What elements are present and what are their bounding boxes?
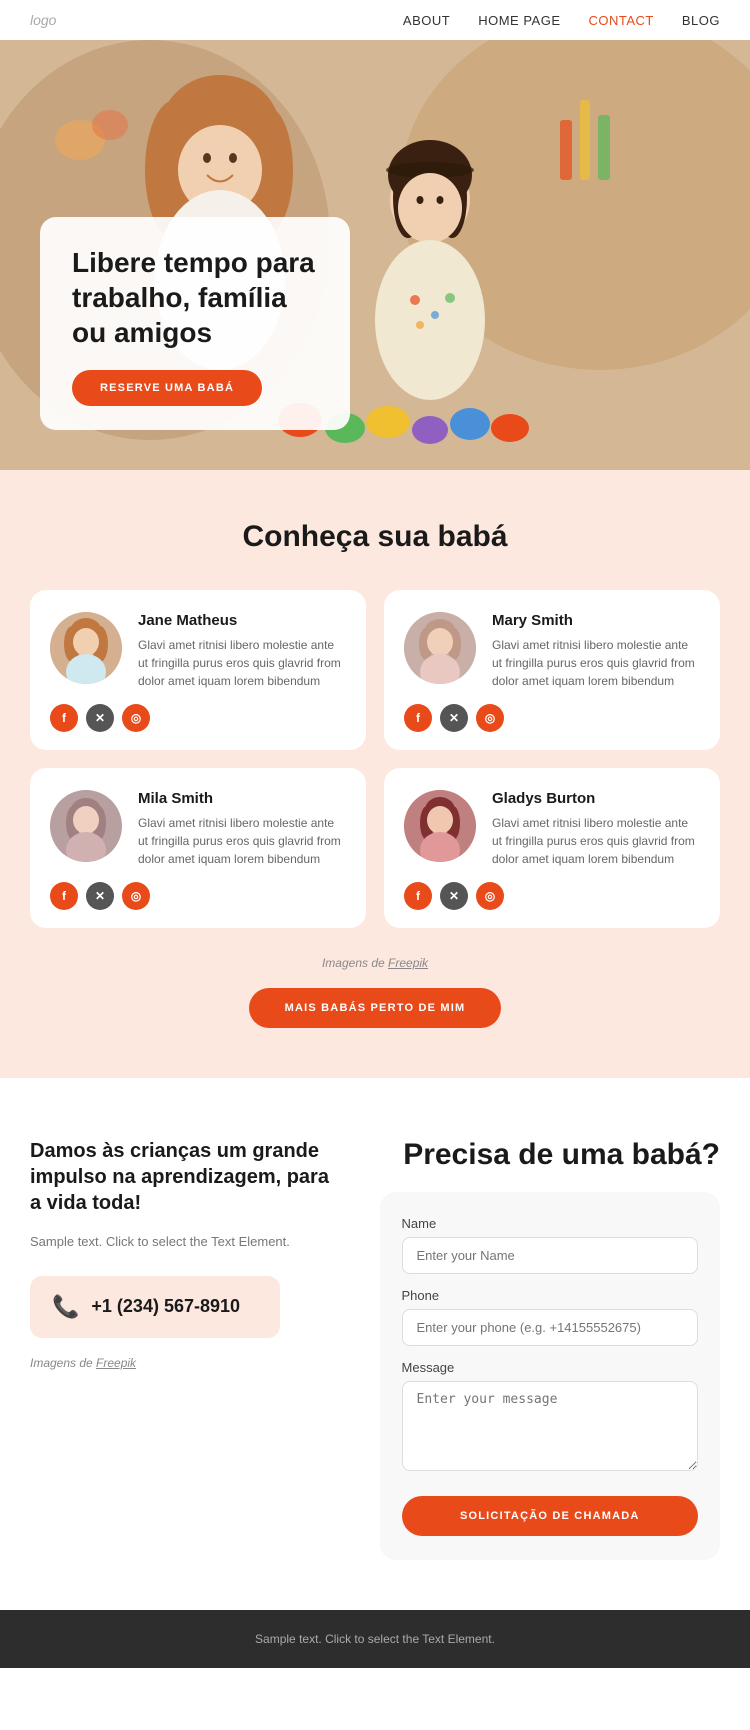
submit-button[interactable]: SOLICITAÇÃO DE CHAMADA [402,1496,698,1536]
twitter-icon-mila[interactable]: ✕ [86,882,114,910]
social-icons-mila: f ✕ ◎ [50,882,346,910]
babas-credit: Imagens de Freepik [30,956,720,970]
baba-card-jane: Jane Matheus Glavi amet ritnisi libero m… [30,590,366,750]
nav-blog[interactable]: BLOG [682,13,720,28]
facebook-icon-jane[interactable]: f [50,704,78,732]
name-label: Name [402,1216,698,1231]
babas-section-title: Conheça sua babá [30,520,720,554]
baba-desc-mary: Glavi amet ritnisi libero molestie ante … [492,636,700,690]
social-icons-mary: f ✕ ◎ [404,704,700,732]
instagram-icon-gladys[interactable]: ◎ [476,882,504,910]
navbar: logo ABOUT HOME PAGE CONTACT BLOG [0,0,750,40]
logo: logo [30,12,56,28]
contact-right-title: Precisa de uma babá? [380,1138,720,1172]
nav-about[interactable]: ABOUT [403,13,450,28]
avatar-mary [404,612,476,684]
phone-icon: 📞 [52,1294,79,1320]
avatar-mila [50,790,122,862]
babas-section: Conheça sua babá Jane Math [0,470,750,1078]
phone-input[interactable] [402,1309,698,1346]
babas-grid: Jane Matheus Glavi amet ritnisi libero m… [30,590,720,928]
phone-number: +1 (234) 567-8910 [91,1296,240,1317]
form-group-message: Message [402,1360,698,1476]
baba-card-gladys: Gladys Burton Glavi amet ritnisi libero … [384,768,720,928]
avatar-jane [50,612,122,684]
contact-left-text: Sample text. Click to select the Text El… [30,1232,340,1252]
facebook-icon-mila[interactable]: f [50,882,78,910]
avatar-gladys [404,790,476,862]
form-group-name: Name [402,1216,698,1274]
hero-card: Libere tempo para trabalho, família ou a… [40,217,350,430]
nav-homepage[interactable]: HOME PAGE [478,13,560,28]
twitter-icon-mary[interactable]: ✕ [440,704,468,732]
baba-desc-gladys: Glavi amet ritnisi libero molestie ante … [492,814,700,868]
contact-freepik-credit: Imagens de Freepik [30,1356,340,1370]
form-group-phone: Phone [402,1288,698,1346]
hero-title: Libere tempo para trabalho, família ou a… [72,245,318,350]
phone-box: 📞 +1 (234) 567-8910 [30,1276,280,1338]
footer: Sample text. Click to select the Text El… [0,1610,750,1668]
nav-links: ABOUT HOME PAGE CONTACT BLOG [403,13,720,28]
baba-name-jane: Jane Matheus [138,612,346,629]
baba-card-mila: Mila Smith Glavi amet ritnisi libero mol… [30,768,366,928]
message-textarea[interactable] [402,1381,698,1471]
facebook-icon-gladys[interactable]: f [404,882,432,910]
message-label: Message [402,1360,698,1375]
baba-desc-jane: Glavi amet ritnisi libero molestie ante … [138,636,346,690]
twitter-icon-gladys[interactable]: ✕ [440,882,468,910]
babas-cta-wrap: MAIS BABÁS PERTO DE MIM [30,988,720,1028]
facebook-icon-mary[interactable]: f [404,704,432,732]
reserve-baba-button[interactable]: RESERVE UMA BABÁ [72,370,262,406]
contact-section: Damos às crianças um grande impulso na a… [0,1078,750,1610]
hero-section: Libere tempo para trabalho, família ou a… [0,40,750,470]
freepik-link-contact[interactable]: Freepik [96,1356,136,1370]
baba-name-mila: Mila Smith [138,790,346,807]
name-input[interactable] [402,1237,698,1274]
nav-contact[interactable]: CONTACT [589,13,654,28]
social-icons-jane: f ✕ ◎ [50,704,346,732]
mais-babas-button[interactable]: MAIS BABÁS PERTO DE MIM [249,988,502,1028]
twitter-icon-jane[interactable]: ✕ [86,704,114,732]
baba-desc-mila: Glavi amet ritnisi libero molestie ante … [138,814,346,868]
phone-label: Phone [402,1288,698,1303]
instagram-icon-mila[interactable]: ◎ [122,882,150,910]
baba-name-gladys: Gladys Burton [492,790,700,807]
instagram-icon-jane[interactable]: ◎ [122,704,150,732]
contact-right: Precisa de uma babá? Name Phone Message … [380,1138,720,1560]
footer-text: Sample text. Click to select the Text El… [30,1632,720,1646]
contact-form: Name Phone Message SOLICITAÇÃO DE CHAMAD… [380,1192,720,1560]
instagram-icon-mary[interactable]: ◎ [476,704,504,732]
contact-left-title: Damos às crianças um grande impulso na a… [30,1138,340,1216]
baba-card-mary: Mary Smith Glavi amet ritnisi libero mol… [384,590,720,750]
freepik-link-babas[interactable]: Freepik [388,956,428,970]
contact-left: Damos às crianças um grande impulso na a… [30,1138,340,1560]
social-icons-gladys: f ✕ ◎ [404,882,700,910]
baba-name-mary: Mary Smith [492,612,700,629]
